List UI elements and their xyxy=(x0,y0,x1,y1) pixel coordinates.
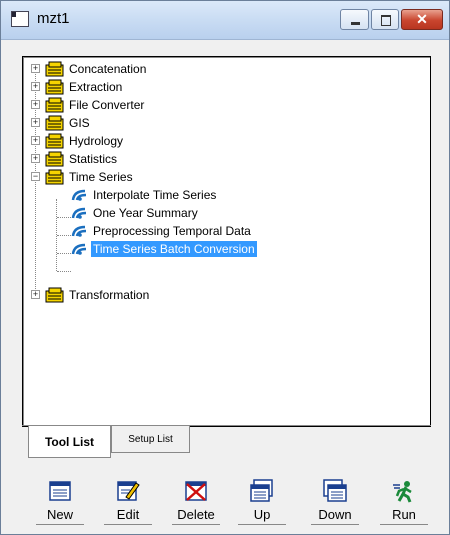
new-icon xyxy=(49,481,71,501)
tree-tool-label: Time Series Batch Conversion xyxy=(91,241,257,257)
folder-icon xyxy=(45,151,64,167)
down-button[interactable]: Down xyxy=(307,471,363,531)
tree-folder-label: GIS xyxy=(69,116,90,130)
button-underline xyxy=(380,524,428,525)
maximize-button[interactable] xyxy=(371,9,399,30)
tree-connector xyxy=(57,253,71,254)
folder-icon xyxy=(45,133,64,149)
folder-icon xyxy=(45,115,64,131)
folder-icon xyxy=(45,79,64,95)
bottom-toolbar: New Edit Delete Up Down Run xyxy=(1,471,449,533)
tab-tool-list[interactable]: Tool List xyxy=(28,426,111,458)
tree-connector xyxy=(57,235,71,236)
run-icon xyxy=(393,481,412,503)
button-underline xyxy=(104,524,152,525)
close-icon: ✕ xyxy=(416,11,428,27)
tool-tree[interactable]: + Concatenation + Extraction + File Conv… xyxy=(22,56,431,427)
folder-icon xyxy=(45,287,64,303)
maximize-icon xyxy=(381,15,391,26)
tab-setup-list[interactable]: Setup List xyxy=(111,426,190,453)
close-button[interactable]: ✕ xyxy=(401,9,443,30)
tree-folder-label: Time Series xyxy=(69,170,133,184)
new-button[interactable]: New xyxy=(32,471,88,531)
tree-tool-label: Preprocessing Temporal Data xyxy=(93,224,251,238)
tree-folder-label: Transformation xyxy=(69,288,150,302)
button-underline xyxy=(172,524,220,525)
app-icon xyxy=(11,11,29,27)
window-title: mzt1 xyxy=(37,10,70,27)
collapse-icon[interactable]: − xyxy=(31,172,40,181)
tool-icon xyxy=(71,207,87,219)
new-label: New xyxy=(46,507,73,522)
folder-icon xyxy=(45,169,64,185)
expand-icon[interactable]: + xyxy=(31,290,40,299)
tree-folder-label: Hydrology xyxy=(69,134,124,148)
delete-label: Delete xyxy=(177,507,215,522)
app-window: mzt1 ✕ + Concatenation + Extraction + Fi… xyxy=(0,0,450,535)
folder-icon xyxy=(45,61,64,77)
tab-label: Tool List xyxy=(44,435,95,449)
tree-folder-label: Extraction xyxy=(69,80,123,94)
expand-icon[interactable]: + xyxy=(31,118,40,127)
button-underline xyxy=(238,524,286,525)
edit-icon xyxy=(117,481,140,501)
tree-folder-label: File Converter xyxy=(69,98,145,112)
tree-connector xyxy=(57,217,71,218)
tab-label: Setup List xyxy=(128,434,173,445)
edit-button[interactable]: Edit xyxy=(100,471,156,531)
tree-connector xyxy=(57,271,71,272)
expand-icon[interactable]: + xyxy=(31,82,40,91)
expand-icon[interactable]: + xyxy=(31,100,40,109)
expand-icon[interactable]: + xyxy=(31,136,40,145)
expand-icon[interactable]: + xyxy=(31,154,40,163)
run-label: Run xyxy=(392,507,416,522)
tool-icon xyxy=(71,225,87,237)
folder-icon xyxy=(45,97,64,113)
minimize-button[interactable] xyxy=(340,9,369,30)
button-underline xyxy=(36,524,84,525)
tree-folder-label: Concatenation xyxy=(69,62,147,76)
tree-tool-label: Interpolate Time Series xyxy=(93,188,217,202)
tool-icon xyxy=(71,243,87,255)
tree-folder-label: Statistics xyxy=(69,152,118,166)
delete-button[interactable]: Delete xyxy=(168,471,224,531)
down-label: Down xyxy=(318,507,352,522)
expand-icon[interactable]: + xyxy=(31,64,40,73)
up-label: Up xyxy=(253,507,271,522)
minimize-icon xyxy=(351,22,360,25)
button-underline xyxy=(311,524,359,525)
move-up-icon xyxy=(250,479,273,502)
move-down-icon xyxy=(323,479,347,502)
tool-icon xyxy=(71,189,87,201)
title-bar[interactable]: mzt1 ✕ xyxy=(1,1,449,40)
edit-label: Edit xyxy=(116,507,140,522)
delete-icon xyxy=(185,481,207,501)
tree-tool-label: One Year Summary xyxy=(93,206,198,220)
up-button[interactable]: Up xyxy=(234,471,290,531)
run-button[interactable]: Run xyxy=(376,471,432,531)
